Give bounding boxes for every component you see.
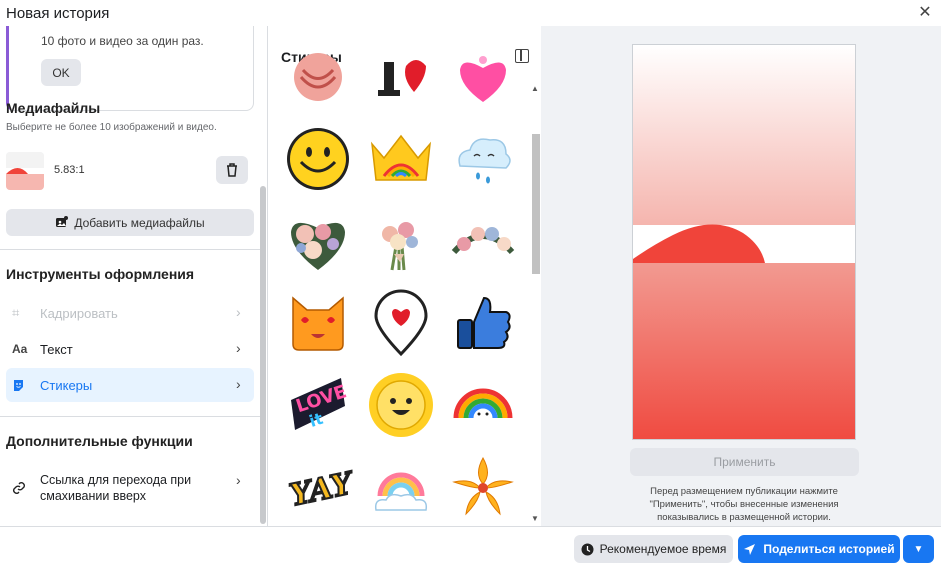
flower-heart-sticker[interactable] (283, 206, 353, 276)
tip-card: 10 фото и видео за один раз. OK (6, 26, 254, 111)
footer-bar: Рекомендуемое время Поделиться историей … (0, 526, 941, 564)
scrollbar-thumb[interactable] (532, 134, 540, 274)
divider (0, 416, 262, 417)
add-photo-icon (56, 216, 69, 227)
flower-wreath-sticker[interactable] (448, 206, 518, 276)
recommended-time-label: Рекомендуемое время (599, 542, 727, 556)
left-sidebar: 10 фото и видео за один раз. OK Медиафай… (0, 26, 268, 526)
smiling-sun-sticker[interactable] (366, 370, 436, 440)
flower-bouquet-sticker[interactable] (366, 206, 436, 276)
sticker-icon (12, 379, 34, 392)
tool-stickers[interactable]: Стикеры › (6, 368, 254, 402)
tool-text-label: Текст (40, 341, 73, 357)
ok-button[interactable]: OK (41, 59, 81, 86)
love-it-sticker[interactable]: LOVEit (283, 370, 353, 440)
apply-note: Перед размещением публикации нажмите "Пр… (649, 486, 839, 523)
add-media-label: Добавить медиафайлы (74, 215, 205, 230)
send-icon (744, 543, 756, 555)
extra-section-title: Дополнительные функции (6, 433, 193, 449)
media-thumbnail[interactable] (6, 152, 44, 190)
media-section-subtitle: Выберите не более 10 изображений и видео… (6, 122, 217, 133)
media-item: 5.83:1 (6, 152, 256, 190)
delete-media-button[interactable] (216, 156, 248, 184)
rainbow-crown-sticker[interactable] (366, 124, 436, 194)
crying-cloud-sticker[interactable] (448, 124, 518, 194)
pink-knot-sticker[interactable] (283, 42, 353, 112)
swipe-up-link-label: Ссылка для перехода при смахивании вверх (40, 472, 191, 504)
media-aspect-ratio: 5.83:1 (54, 164, 85, 176)
divider (0, 249, 262, 250)
dialog-header: Новая история ✕ (0, 0, 941, 26)
chevron-right-icon: › (236, 304, 241, 320)
left-scrollbar[interactable] (260, 186, 266, 524)
trash-icon (227, 163, 237, 177)
stickers-panel: Стикеры LOVEit YAY ▲ ▼ (268, 26, 541, 526)
heart-location-pin-sticker[interactable] (366, 288, 436, 358)
orange-flower-sticker[interactable] (448, 452, 518, 522)
tool-crop[interactable]: ⌗ Кадрировать › (6, 296, 254, 330)
close-icon[interactable]: ✕ (917, 5, 933, 21)
share-story-button[interactable]: Поделиться историей (738, 535, 900, 563)
apply-button[interactable]: Применить (630, 448, 859, 476)
chevron-right-icon: › (236, 340, 241, 356)
yay-sticker[interactable]: YAY (283, 452, 353, 522)
text-icon: Aa (12, 342, 28, 356)
link-icon (12, 481, 34, 495)
heart-eyes-cat-sticker[interactable] (283, 288, 353, 358)
swipe-up-link-label-line2: смахивании вверх (40, 489, 146, 503)
scroll-up-icon[interactable]: ▲ (531, 84, 539, 93)
pink-heart-sticker[interactable] (448, 42, 518, 112)
recommended-time-button[interactable]: Рекомендуемое время (574, 535, 733, 563)
tool-text[interactable]: Aa Текст › (6, 332, 254, 366)
preview-panel: Применить Перед размещением публикации н… (541, 26, 941, 526)
media-section-title: Медиафайлы (6, 100, 101, 116)
thumbs-up-sticker[interactable] (448, 288, 518, 358)
chevron-right-icon: › (236, 376, 241, 392)
story-preview[interactable] (632, 44, 856, 440)
preview-image (633, 45, 855, 439)
clock-icon (581, 543, 594, 555)
crop-icon: ⌗ (12, 305, 20, 320)
tip-text: 10 фото и видео за один раз. (41, 34, 204, 48)
swipe-up-link-item[interactable]: Ссылка для перехода при смахивании вверх … (6, 466, 254, 510)
tool-stickers-label: Стикеры (40, 377, 93, 393)
heart-hat-sticker[interactable] (366, 42, 436, 112)
rainbow-face-sticker[interactable] (448, 370, 518, 440)
stickers-scrollbar[interactable]: ▲ ▼ (529, 84, 541, 524)
add-media-button[interactable]: Добавить медиафайлы (6, 209, 254, 236)
chevron-right-icon: › (236, 472, 241, 488)
swipe-up-link-label-line1: Ссылка для перехода при (40, 473, 192, 487)
share-options-dropdown[interactable]: ▼ (903, 535, 934, 563)
rainbow-cloud-sticker[interactable] (366, 452, 436, 522)
dialog-title: Новая история (6, 4, 110, 22)
smiley-face-sticker[interactable] (283, 124, 353, 194)
caret-down-icon: ▼ (913, 543, 924, 555)
svg-text:YAY: YAY (287, 466, 353, 514)
scroll-down-icon[interactable]: ▼ (531, 514, 539, 523)
tools-section-title: Инструменты оформления (6, 266, 195, 282)
share-story-label: Поделиться историей (763, 542, 895, 556)
tool-crop-label: Кадрировать (40, 305, 118, 321)
